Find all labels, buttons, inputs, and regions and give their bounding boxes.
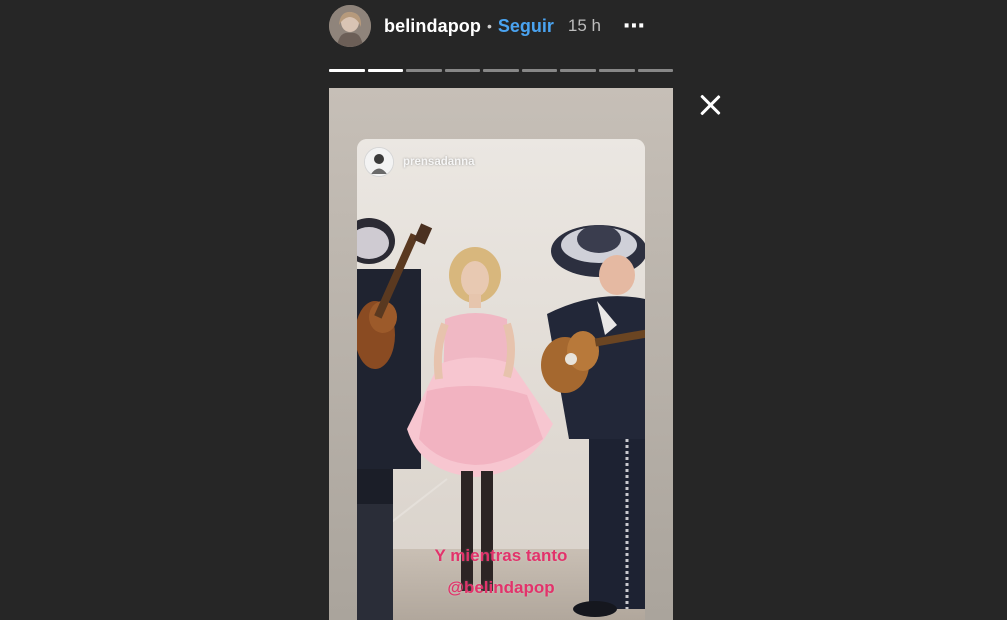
user-avatar[interactable] xyxy=(329,5,371,47)
username[interactable]: belindapop xyxy=(384,16,481,37)
repost-avatar[interactable] xyxy=(364,147,394,177)
progress-segment xyxy=(444,69,481,72)
follow-button[interactable]: Seguir xyxy=(498,16,554,37)
story-caption-mention[interactable]: @belindapop xyxy=(329,578,673,598)
repost-username[interactable]: prensadanna xyxy=(403,156,475,168)
separator-dot: • xyxy=(487,18,492,34)
repost-header: prensadanna xyxy=(364,147,475,177)
more-options-icon[interactable]: ⋯ xyxy=(623,15,646,37)
progress-segment xyxy=(560,69,596,72)
story-media[interactable]: prensadanna Y mientras tanto @belindapop xyxy=(329,88,673,620)
story-caption-line-1: Y mientras tanto xyxy=(434,546,568,565)
progress-segment xyxy=(367,69,404,72)
progress-segment xyxy=(329,69,365,72)
close-icon[interactable] xyxy=(697,92,723,118)
progress-segment xyxy=(483,69,519,72)
progress-segment xyxy=(637,69,674,72)
story-header: belindapop • Seguir 15 h ⋯ xyxy=(329,4,674,48)
post-time: 15 h xyxy=(567,16,602,35)
progress-segment xyxy=(406,69,442,72)
progress-segment xyxy=(598,69,635,72)
story-viewer: belindapop • Seguir 15 h ⋯ prensadanna Y… xyxy=(0,0,1007,620)
story-progress-bar xyxy=(329,69,674,72)
progress-segment xyxy=(521,69,558,72)
